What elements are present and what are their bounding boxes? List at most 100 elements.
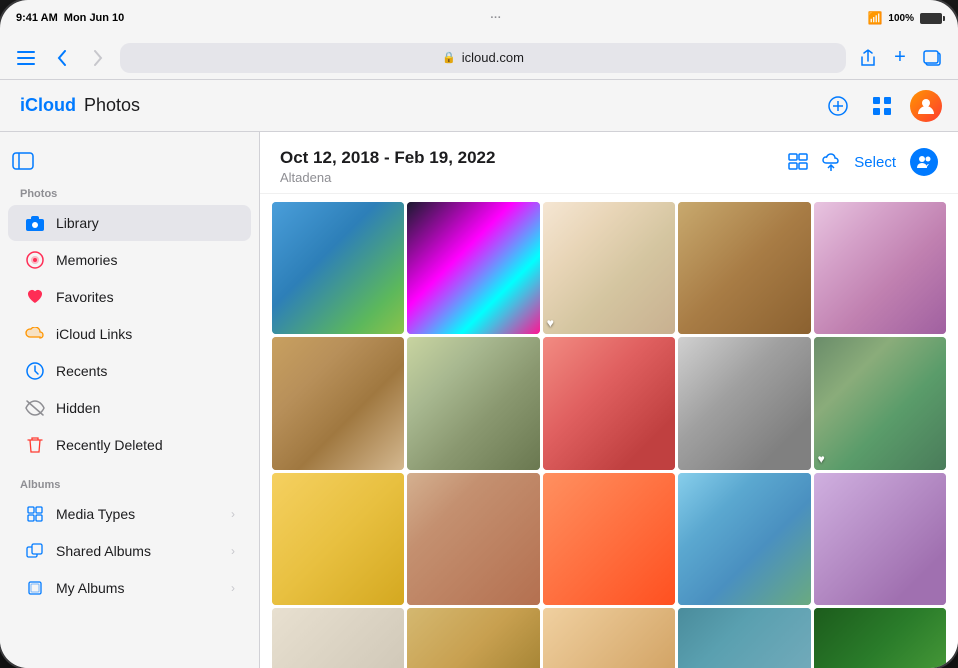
photo-cell-inner [678, 337, 810, 469]
photo-cell[interactable] [407, 337, 539, 469]
photo-cell[interactable] [678, 473, 810, 605]
my-albums-chevron: › [231, 581, 235, 595]
sidebar-item-hidden[interactable]: Hidden [8, 390, 251, 426]
photo-cell-inner [407, 202, 539, 334]
photo-cell[interactable] [407, 202, 539, 334]
dots-indicator: ··· [490, 12, 501, 24]
photo-cell[interactable] [272, 202, 404, 334]
status-left: 9:41 AM Mon Jun 10 [16, 12, 124, 24]
photo-thumbnail [814, 473, 946, 605]
sidebar-top [0, 144, 259, 180]
recents-icon [24, 360, 46, 382]
photo-cell-inner [543, 337, 675, 469]
share-button[interactable] [854, 44, 882, 72]
photo-cell-inner [678, 202, 810, 334]
photo-cell[interactable] [407, 608, 539, 668]
photo-cell-inner [543, 473, 675, 605]
photo-thumbnail [543, 337, 675, 469]
photo-cell[interactable] [543, 608, 675, 668]
sidebar-item-favorites[interactable]: Favorites [8, 279, 251, 315]
view-toggle-button[interactable] [788, 153, 808, 171]
add-photos-button[interactable] [822, 90, 854, 122]
photo-cell[interactable] [678, 337, 810, 469]
sidebar-item-my-albums[interactable]: My Albums › [8, 570, 251, 606]
people-button[interactable] [910, 148, 938, 176]
sidebar-item-media-types[interactable]: Media Types › [8, 496, 251, 532]
sidebar-item-memories[interactable]: Memories [8, 242, 251, 278]
sidebar-item-recently-deleted[interactable]: Recently Deleted [8, 427, 251, 463]
photo-cell[interactable] [678, 202, 810, 334]
photo-thumbnail [814, 202, 946, 334]
media-types-chevron: › [231, 507, 235, 521]
select-button[interactable]: Select [854, 154, 896, 171]
sidebar-collapse-icon[interactable] [12, 153, 34, 175]
photo-thumbnail [814, 337, 946, 469]
icloud-brand: iCloud [20, 95, 76, 116]
sidebar-item-icloud-links[interactable]: iCloud Links [8, 316, 251, 352]
photo-cell[interactable] [543, 473, 675, 605]
library-icon [24, 212, 46, 234]
favorite-heart-icon: ♥ [818, 452, 825, 466]
sidebar-hidden-label: Hidden [56, 400, 100, 416]
photo-thumbnail [272, 337, 404, 469]
app-header-right [822, 90, 942, 122]
photo-cell-inner [272, 202, 404, 334]
photo-cell[interactable]: ♥ [543, 202, 675, 334]
photo-cell-inner [272, 473, 404, 605]
tabs-button[interactable] [918, 44, 946, 72]
photo-cell-inner [407, 608, 539, 668]
photo-cell[interactable] [814, 473, 946, 605]
photo-thumbnail [678, 608, 810, 668]
content-title: Oct 12, 2018 - Feb 19, 2022 Altadena [280, 148, 495, 185]
sidebar-toggle-button[interactable] [12, 44, 40, 72]
content-header: Oct 12, 2018 - Feb 19, 2022 Altadena [260, 132, 958, 194]
sidebar-item-recents[interactable]: Recents [8, 353, 251, 389]
upload-button[interactable] [822, 153, 840, 171]
app-header: iCloud Photos [0, 80, 958, 132]
photo-cell-inner [407, 473, 539, 605]
photo-cell[interactable] [814, 202, 946, 334]
browser-actions: + [854, 44, 946, 72]
browser-chrome: 🔒 icloud.com + [0, 36, 958, 80]
status-right: 📶 100% [867, 11, 942, 25]
url-text: icloud.com [462, 50, 524, 65]
photo-thumbnail [543, 473, 675, 605]
lock-icon: 🔒 [442, 51, 456, 64]
photo-thumbnail [543, 608, 675, 668]
avatar[interactable] [910, 90, 942, 122]
back-button[interactable] [48, 44, 76, 72]
photo-thumbnail [407, 337, 539, 469]
add-bookmark-button[interactable]: + [886, 44, 914, 72]
my-albums-icon [24, 577, 46, 599]
photo-cell[interactable]: ♥ [814, 337, 946, 469]
date: Mon Jun 10 [64, 12, 125, 24]
wifi-icon: 📶 [867, 11, 882, 25]
sidebar-recently-deleted-label: Recently Deleted [56, 437, 163, 453]
app-logo: iCloud Photos [16, 95, 140, 116]
photo-cell[interactable] [272, 337, 404, 469]
sidebar-recents-label: Recents [56, 363, 107, 379]
content-area: Oct 12, 2018 - Feb 19, 2022 Altadena [260, 132, 958, 668]
photo-cell-inner [272, 337, 404, 469]
photo-cell-inner [814, 473, 946, 605]
grid-view-button[interactable] [866, 90, 898, 122]
photo-cell[interactable] [407, 473, 539, 605]
url-bar[interactable]: 🔒 icloud.com [120, 43, 846, 73]
photo-cell[interactable] [814, 608, 946, 668]
app-title-text: Photos [84, 95, 140, 116]
sidebar-library-label: Library [56, 215, 99, 231]
status-bar: 9:41 AM Mon Jun 10 ··· 📶 100% [0, 0, 958, 36]
photo-thumbnail [543, 202, 675, 334]
memories-icon [24, 249, 46, 271]
photo-cell-inner [814, 608, 946, 668]
photo-thumbnail [272, 608, 404, 668]
forward-button[interactable] [84, 44, 112, 72]
photo-thumbnail [272, 202, 404, 334]
sidebar-item-library[interactable]: Library [8, 205, 251, 241]
photo-cell[interactable] [272, 608, 404, 668]
photo-cell[interactable] [678, 608, 810, 668]
hidden-icon [24, 397, 46, 419]
photo-cell[interactable] [543, 337, 675, 469]
photo-cell[interactable] [272, 473, 404, 605]
sidebar-item-shared-albums[interactable]: Shared Albums › [8, 533, 251, 569]
